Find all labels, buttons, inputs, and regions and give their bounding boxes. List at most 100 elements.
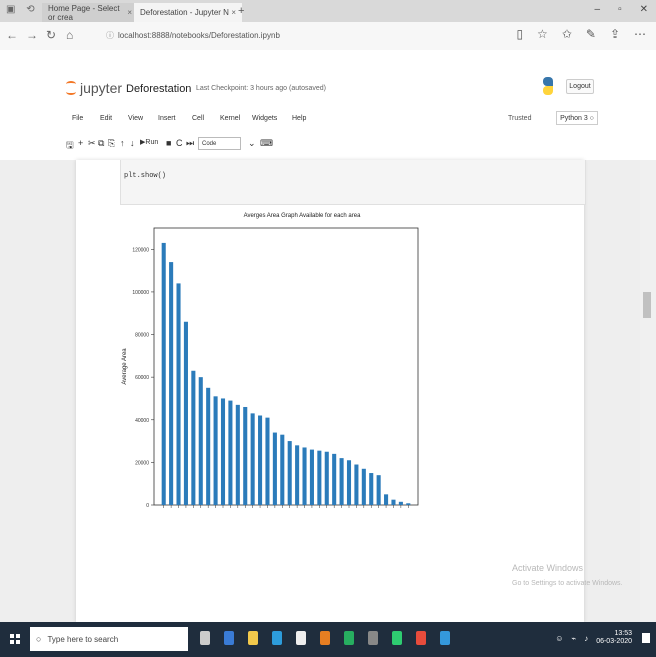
bar bbox=[280, 434, 285, 505]
menu-cell[interactable]: Cell bbox=[192, 115, 204, 122]
copy-icon[interactable]: ⧉ bbox=[98, 138, 104, 149]
pen-icon[interactable]: ✎ bbox=[586, 27, 596, 41]
watermark-text: Go to Settings to activate Windows. bbox=[512, 580, 623, 587]
app-icon[interactable] bbox=[368, 631, 378, 645]
jupyter-logo-icon bbox=[66, 80, 76, 96]
app-icon[interactable] bbox=[416, 631, 426, 645]
search-placeholder: Type here to search bbox=[47, 634, 119, 644]
tab-label: Home Page - Select or crea bbox=[48, 3, 120, 22]
kernel-indicator[interactable]: Python 3 ○ bbox=[556, 111, 598, 125]
refresh-icon[interactable]: ↻ bbox=[46, 28, 56, 42]
bar bbox=[198, 377, 203, 505]
favorites-icon[interactable]: ✩ bbox=[562, 27, 572, 41]
tab-home-page[interactable]: Home Page - Select or crea × bbox=[42, 3, 138, 22]
menu-kernel[interactable]: Kernel bbox=[220, 115, 240, 122]
y-tick-label: 100000 bbox=[132, 290, 149, 296]
task-view-icon[interactable] bbox=[200, 631, 210, 645]
app-icon[interactable] bbox=[392, 631, 402, 645]
scrollbar-thumb[interactable] bbox=[643, 292, 651, 318]
menu-view[interactable]: View bbox=[128, 115, 143, 122]
bar bbox=[235, 404, 240, 505]
system-tray: ☺ ⌁ ♪ 13:53 06-03-2020 bbox=[555, 630, 632, 646]
url-text: localhost:8888/notebooks/Deforestation.i… bbox=[118, 31, 280, 40]
bar bbox=[354, 464, 359, 505]
close-icon[interactable]: × bbox=[231, 8, 236, 17]
menu-help[interactable]: Help bbox=[292, 115, 306, 122]
run-button[interactable]: ▶Run bbox=[140, 138, 158, 146]
more-icon[interactable]: ⋯ bbox=[634, 27, 646, 41]
watermark-title: Activate Windows bbox=[512, 563, 584, 573]
maximize-icon[interactable]: ▫ bbox=[618, 4, 622, 15]
app-icon[interactable] bbox=[440, 631, 450, 645]
bar bbox=[317, 450, 322, 505]
bar bbox=[361, 468, 366, 505]
favorite-star-icon[interactable]: ☆ bbox=[537, 27, 548, 41]
app-icon[interactable] bbox=[320, 631, 330, 645]
y-tick-label: 120000 bbox=[132, 247, 149, 253]
people-icon[interactable]: ☺ bbox=[555, 634, 563, 643]
taskbar-search[interactable]: ○ Type here to search bbox=[30, 627, 188, 651]
save-icon[interactable]: 🖫 bbox=[66, 138, 74, 154]
jupyter-logo[interactable]: jupyter bbox=[66, 80, 122, 96]
close-window-icon[interactable]: ✕ bbox=[640, 4, 648, 15]
cut-icon[interactable]: ✂ bbox=[88, 138, 96, 149]
share-icon[interactable]: ⇪ bbox=[610, 27, 620, 41]
tab-actions-icons[interactable]: ▣ ⟲ bbox=[6, 4, 39, 15]
paste-icon[interactable]: ⎘ bbox=[108, 138, 115, 149]
insert-cell-icon[interactable]: + bbox=[78, 138, 83, 148]
forward-icon[interactable]: → bbox=[26, 28, 38, 42]
home-icon[interactable]: ⌂ bbox=[66, 28, 73, 42]
tab-deforestation[interactable]: Deforestation - Jupyter N × bbox=[134, 3, 242, 22]
bar bbox=[398, 501, 403, 505]
menu-file[interactable]: File bbox=[72, 115, 83, 122]
file-explorer-icon[interactable] bbox=[248, 631, 258, 645]
clock-time: 13:53 bbox=[614, 630, 632, 637]
clock[interactable]: 13:53 06-03-2020 bbox=[596, 630, 632, 646]
bar bbox=[332, 453, 337, 505]
menu-widgets[interactable]: Widgets bbox=[252, 115, 277, 122]
volume-icon[interactable]: ♪ bbox=[584, 634, 588, 643]
network-icon[interactable]: ⌁ bbox=[571, 634, 576, 643]
bar bbox=[258, 415, 263, 505]
notebook-name[interactable]: Deforestation bbox=[126, 83, 191, 95]
code-line: plt.show() bbox=[124, 172, 167, 180]
menu-insert[interactable]: Insert bbox=[158, 115, 176, 122]
browser-tab-strip: ▣ ⟲ Home Page - Select or crea × Defores… bbox=[0, 0, 656, 22]
menu-edit[interactable]: Edit bbox=[100, 115, 112, 122]
cell-type-select[interactable]: Code bbox=[198, 137, 241, 150]
page-info-icon[interactable]: ⓘ bbox=[106, 30, 114, 41]
close-icon[interactable]: × bbox=[127, 8, 132, 17]
new-tab-button[interactable]: + bbox=[238, 5, 244, 17]
y-tick-label: 40000 bbox=[135, 418, 149, 424]
restart-run-icon[interactable]: ⏭ bbox=[186, 138, 194, 149]
reading-view-icon[interactable]: ▯ bbox=[516, 27, 523, 41]
store-icon[interactable] bbox=[296, 631, 306, 645]
checkpoint-status: Last Checkpoint: 3 hours ago (autosaved) bbox=[196, 85, 326, 92]
jupyter-header bbox=[0, 50, 656, 170]
scrollbar[interactable] bbox=[640, 160, 656, 622]
restart-icon[interactable]: C bbox=[176, 138, 183, 148]
activate-windows-watermark: Activate Windows Go to Settings to activ… bbox=[512, 561, 623, 591]
trusted-indicator[interactable]: Trusted bbox=[508, 115, 531, 122]
windows-start-icon[interactable] bbox=[10, 634, 20, 644]
move-up-icon[interactable]: ↑ bbox=[120, 138, 125, 148]
bar bbox=[324, 451, 329, 505]
code-cell[interactable] bbox=[120, 160, 586, 205]
bar bbox=[295, 445, 300, 505]
edge-icon[interactable] bbox=[224, 631, 234, 645]
minimize-icon[interactable]: – bbox=[595, 4, 601, 15]
url-field[interactable]: ⓘ localhost:8888/notebooks/Deforestation… bbox=[106, 28, 526, 43]
notification-icon[interactable] bbox=[642, 633, 650, 643]
chevron-down-icon[interactable]: ⌄ bbox=[248, 138, 256, 149]
logout-button[interactable]: Logout bbox=[566, 79, 594, 94]
jupyter-logo-text: jupyter bbox=[80, 80, 123, 96]
browser-app-icon[interactable] bbox=[272, 631, 282, 645]
bar bbox=[183, 321, 188, 505]
interrupt-icon[interactable]: ■ bbox=[166, 138, 171, 148]
back-icon[interactable]: ← bbox=[6, 28, 18, 42]
command-palette-icon[interactable]: ⌨ bbox=[260, 138, 273, 149]
bar bbox=[161, 242, 166, 505]
move-down-icon[interactable]: ↓ bbox=[130, 138, 135, 148]
app-icon[interactable] bbox=[344, 631, 354, 645]
bar bbox=[369, 473, 374, 505]
